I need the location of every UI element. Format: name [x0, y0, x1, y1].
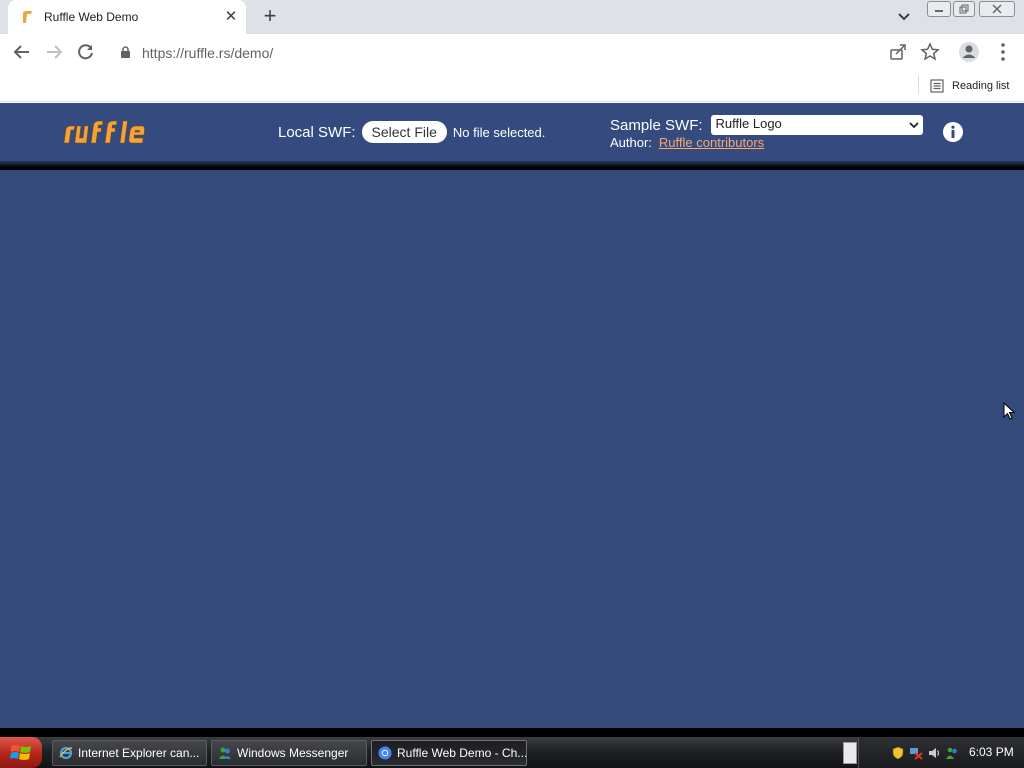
chevron-down-icon [908, 122, 919, 129]
url-text: https://ruffle.rs/demo/ [142, 45, 273, 61]
taskbar-item-windows-messenger[interactable]: Windows Messenger [211, 740, 367, 766]
sample-swf-group: Sample SWF: Ruffle Logo Author: Ruffle c… [610, 115, 923, 150]
tab-title: Ruffle Web Demo [44, 10, 139, 24]
select-file-button[interactable]: Select File [361, 121, 447, 143]
taskbar-item-internet-explorer[interactable]: Internet Explorer can... [52, 740, 207, 766]
reading-list-icon [930, 79, 944, 93]
ruffle-page: Local SWF: Select File No file selected.… [0, 103, 1024, 728]
chrome-icon [378, 746, 392, 760]
taskbar-topline [0, 728, 1024, 737]
restore-button[interactable] [953, 1, 975, 17]
windows-flag-icon [10, 745, 31, 760]
url-path: /demo/ [230, 45, 274, 61]
forward-arrow-icon [47, 45, 63, 59]
close-window-button[interactable] [979, 1, 1015, 17]
bookmarks-separator [918, 76, 919, 94]
menu-kebab-icon[interactable] [993, 41, 1013, 63]
taskbar-item-label: Windows Messenger [237, 746, 349, 760]
lock-icon [121, 46, 130, 58]
bookmark-star-icon[interactable] [920, 42, 940, 62]
sample-swf-label: Sample SWF: [610, 116, 703, 134]
back-button[interactable] [10, 40, 34, 64]
tab-search-chevron-icon[interactable] [894, 8, 914, 26]
taskbar-item-ruffle-chrome[interactable]: Ruffle Web Demo - Ch... [371, 740, 527, 766]
ie-icon [59, 746, 73, 760]
address-bar[interactable]: https://ruffle.rs/demo/ [110, 37, 950, 67]
new-tab-button[interactable]: + [258, 5, 282, 29]
share-icon[interactable] [888, 42, 908, 62]
restore-icon [959, 4, 969, 14]
file-status-text: No file selected. [452, 124, 546, 140]
volume-icon[interactable] [927, 746, 941, 760]
minimize-button[interactable] [927, 1, 951, 17]
taskbar-item-label: Ruffle Web Demo - Ch... [397, 746, 527, 760]
header-divider [0, 161, 1024, 170]
profile-avatar-icon[interactable] [958, 41, 980, 63]
security-shield-icon[interactable] [891, 746, 905, 760]
system-tray: 6:03 PM [858, 737, 1024, 768]
bookmarks-bar: Reading list [0, 70, 1024, 102]
messenger-icon [219, 747, 231, 759]
sample-swf-select[interactable]: Ruffle Logo [710, 115, 923, 135]
network-warning-icon[interactable] [909, 746, 923, 760]
start-button[interactable] [0, 737, 42, 768]
forward-button[interactable] [42, 40, 66, 64]
author-link[interactable]: Ruffle contributors [659, 135, 764, 150]
ruffle-favicon-icon [23, 11, 32, 23]
reading-list-button[interactable]: Reading list [930, 76, 1009, 96]
clock: 6:03 PM [969, 745, 1014, 759]
language-bar-icon[interactable] [843, 742, 857, 764]
tab-close-icon[interactable]: ✕ [222, 8, 240, 26]
info-icon[interactable] [942, 121, 964, 143]
mouse-cursor-icon [1003, 402, 1015, 420]
reload-button[interactable] [74, 40, 98, 64]
browser-toolbar: https://ruffle.rs/demo/ [0, 34, 1024, 70]
taskbar: Internet Explorer can... Windows Messeng… [0, 728, 1024, 768]
tab-ruffle-web-demo[interactable]: Ruffle Web Demo ✕ [8, 0, 246, 34]
back-arrow-icon [13, 45, 29, 59]
local-swf-group: Local SWF: Select File No file selected. [278, 121, 545, 143]
tab-strip: Ruffle Web Demo ✕ + [0, 0, 1024, 34]
messenger-tray-icon[interactable] [945, 746, 959, 760]
swf-player-area[interactable] [0, 170, 1024, 728]
ruffle-header: Local SWF: Select File No file selected.… [0, 103, 1024, 161]
sample-swf-selected: Ruffle Logo [715, 116, 782, 131]
ruffle-logo [63, 120, 145, 144]
reload-icon [78, 44, 93, 60]
local-swf-label: Local SWF: [278, 123, 356, 141]
url-host: https://ruffle.rs [142, 45, 231, 61]
close-icon [992, 4, 1002, 14]
reading-list-label: Reading list [952, 80, 1010, 92]
author-label: Author: [610, 135, 652, 150]
minimize-icon [935, 10, 943, 12]
taskbar-item-label: Internet Explorer can... [78, 746, 200, 760]
